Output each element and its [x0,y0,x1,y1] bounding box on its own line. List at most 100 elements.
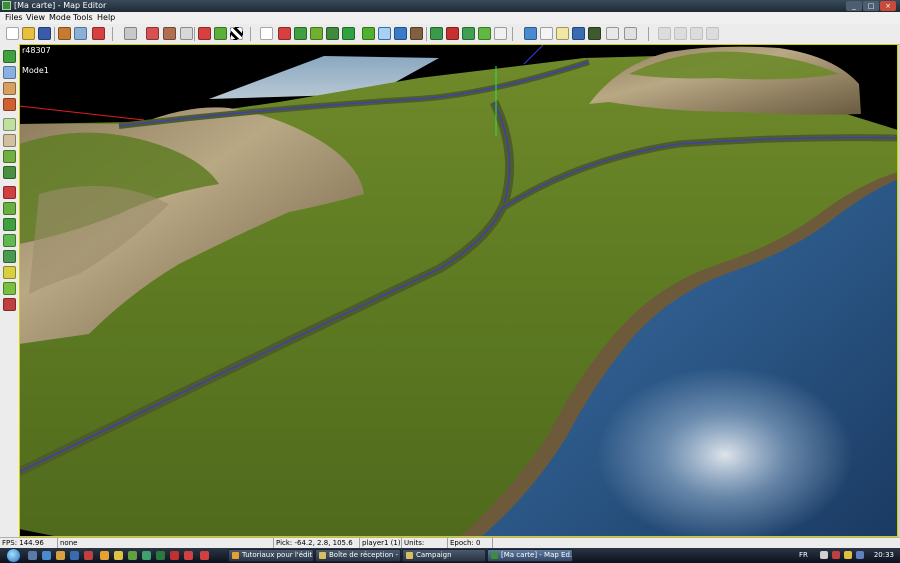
tray-volume-icon[interactable] [856,551,864,559]
menu-view[interactable]: View [26,12,45,24]
document-icon[interactable] [540,27,553,40]
layer-roads-icon[interactable] [3,134,16,147]
save-icon[interactable] [38,27,51,40]
trigger-tool-icon[interactable] [446,27,459,40]
toolbar-separator [112,27,113,41]
menu-help[interactable]: Help [97,12,115,24]
terrain-height-icon[interactable] [214,27,227,40]
toolbar-separator [648,27,649,41]
hill-tool-icon[interactable] [362,27,375,40]
layer-water-icon[interactable] [3,66,16,79]
export-icon[interactable] [74,27,87,40]
new-file-icon[interactable] [6,27,19,40]
layer-triggers-icon[interactable] [3,218,16,231]
tray-help-icon[interactable] [820,551,828,559]
quicklaunch-editor-icon[interactable] [156,551,165,560]
network-icon[interactable] [572,27,585,40]
layer-spawns-icon[interactable] [3,282,16,295]
layer-paths-icon[interactable] [3,234,16,247]
quicklaunch-tool-icon[interactable] [170,551,179,560]
flag-tool-icon[interactable] [494,27,507,40]
minimize-button[interactable]: _ [846,1,862,11]
objective-tool-icon[interactable] [462,27,475,40]
menu-bar: Files View Mode Tools Help [0,12,900,24]
task-boite-reception[interactable]: Boîte de réception - ... [315,549,401,562]
quicklaunch-star-icon[interactable] [142,551,151,560]
firefox-icon [232,552,239,559]
layer-markers-icon[interactable] [3,266,16,279]
layer-flags-icon[interactable] [3,298,16,311]
script-icon[interactable] [524,27,537,40]
select-cursor-icon[interactable] [260,27,273,40]
lake-tool-icon[interactable] [394,27,407,40]
close-button[interactable]: × [880,1,896,11]
water-tool-icon[interactable] [378,27,391,40]
spawn-tool-icon[interactable] [478,27,491,40]
menu-mode[interactable]: Mode [49,12,71,24]
quicklaunch-app-icon[interactable] [84,551,93,560]
camera-icon[interactable] [163,27,176,40]
map-editor-icon [491,552,498,559]
layer-vegetation-icon[interactable] [3,150,16,163]
zone-tool-icon[interactable] [430,27,443,40]
cliff-tool-icon[interactable] [410,27,423,40]
mail-icon [319,552,326,559]
layer-objects-icon[interactable] [3,98,16,111]
unit-tool-icon[interactable] [278,27,291,40]
editor-mode-label: Mode1 [22,66,49,75]
layer-areas-icon[interactable] [3,250,16,263]
quicklaunch-messenger-icon[interactable] [114,551,123,560]
tray-network-icon[interactable] [844,551,852,559]
layer-terrain-icon[interactable] [3,50,16,63]
pick-coordinates: Pick: -64.2, 2.8, 105.6 [274,538,360,548]
system-clock[interactable]: 20:33 [874,548,894,563]
map-viewport[interactable]: r48307 Mode1 [19,44,898,537]
mission-settings-icon[interactable] [606,27,619,40]
fps-counter: FPS: 144.96 [0,538,58,548]
menu-tools[interactable]: Tools [73,12,93,24]
quicklaunch-folder-icon[interactable] [56,551,65,560]
quicklaunch-record-icon[interactable] [200,551,209,560]
undo-icon[interactable] [124,27,137,40]
layer-units-icon[interactable] [3,186,16,199]
open-folder-icon[interactable] [22,27,35,40]
toolbar-separator [250,27,251,41]
quicklaunch-ie-icon[interactable] [42,551,51,560]
test-map-icon[interactable] [92,27,105,40]
layer-forest-icon[interactable] [3,166,16,179]
start-button[interactable] [6,548,21,563]
map-revision: r48307 [22,46,51,55]
vegetation-tool-icon[interactable] [326,27,339,40]
language-indicator[interactable]: FR [799,548,808,563]
window-title: [Ma carte] - Map Editor [14,1,107,10]
task-tutoriaux[interactable]: Tutoriaux pour l'édit... [228,549,314,562]
show-desktop-icon[interactable] [28,551,37,560]
terrain-paint-icon[interactable] [198,27,211,40]
light-icon[interactable] [180,27,193,40]
selection-status: none [58,538,274,548]
notes-icon[interactable] [556,27,569,40]
maximize-button[interactable]: □ [863,1,879,11]
layer-buildings-icon[interactable] [3,82,16,95]
left-toolbar [0,44,20,537]
quicklaunch-game-icon[interactable] [128,551,137,560]
task-campaign[interactable]: Campaign [402,549,486,562]
task-map-editor[interactable]: [Ma carte] - Map Ed... [487,549,573,562]
forest-tool-icon[interactable] [294,27,307,40]
title-bar: [Ma carte] - Map Editor _ □ × [0,0,900,12]
tree-tool-icon[interactable] [342,27,355,40]
tools-icon[interactable] [624,27,637,40]
road-tool-icon[interactable] [310,27,323,40]
tray-shield-icon[interactable] [832,551,840,559]
import-icon[interactable] [58,27,71,40]
quicklaunch-firefox-icon[interactable] [100,551,109,560]
soldier-icon[interactable] [588,27,601,40]
layer-zones-icon[interactable] [3,202,16,215]
units-status: Units: [402,538,448,548]
quicklaunch-paint-icon[interactable] [184,551,193,560]
grid-icon[interactable] [230,27,243,40]
menu-files[interactable]: Files [5,12,23,24]
layer-grid-icon[interactable] [3,118,16,131]
quicklaunch-mail-icon[interactable] [70,551,79,560]
zoom-area-icon[interactable] [146,27,159,40]
